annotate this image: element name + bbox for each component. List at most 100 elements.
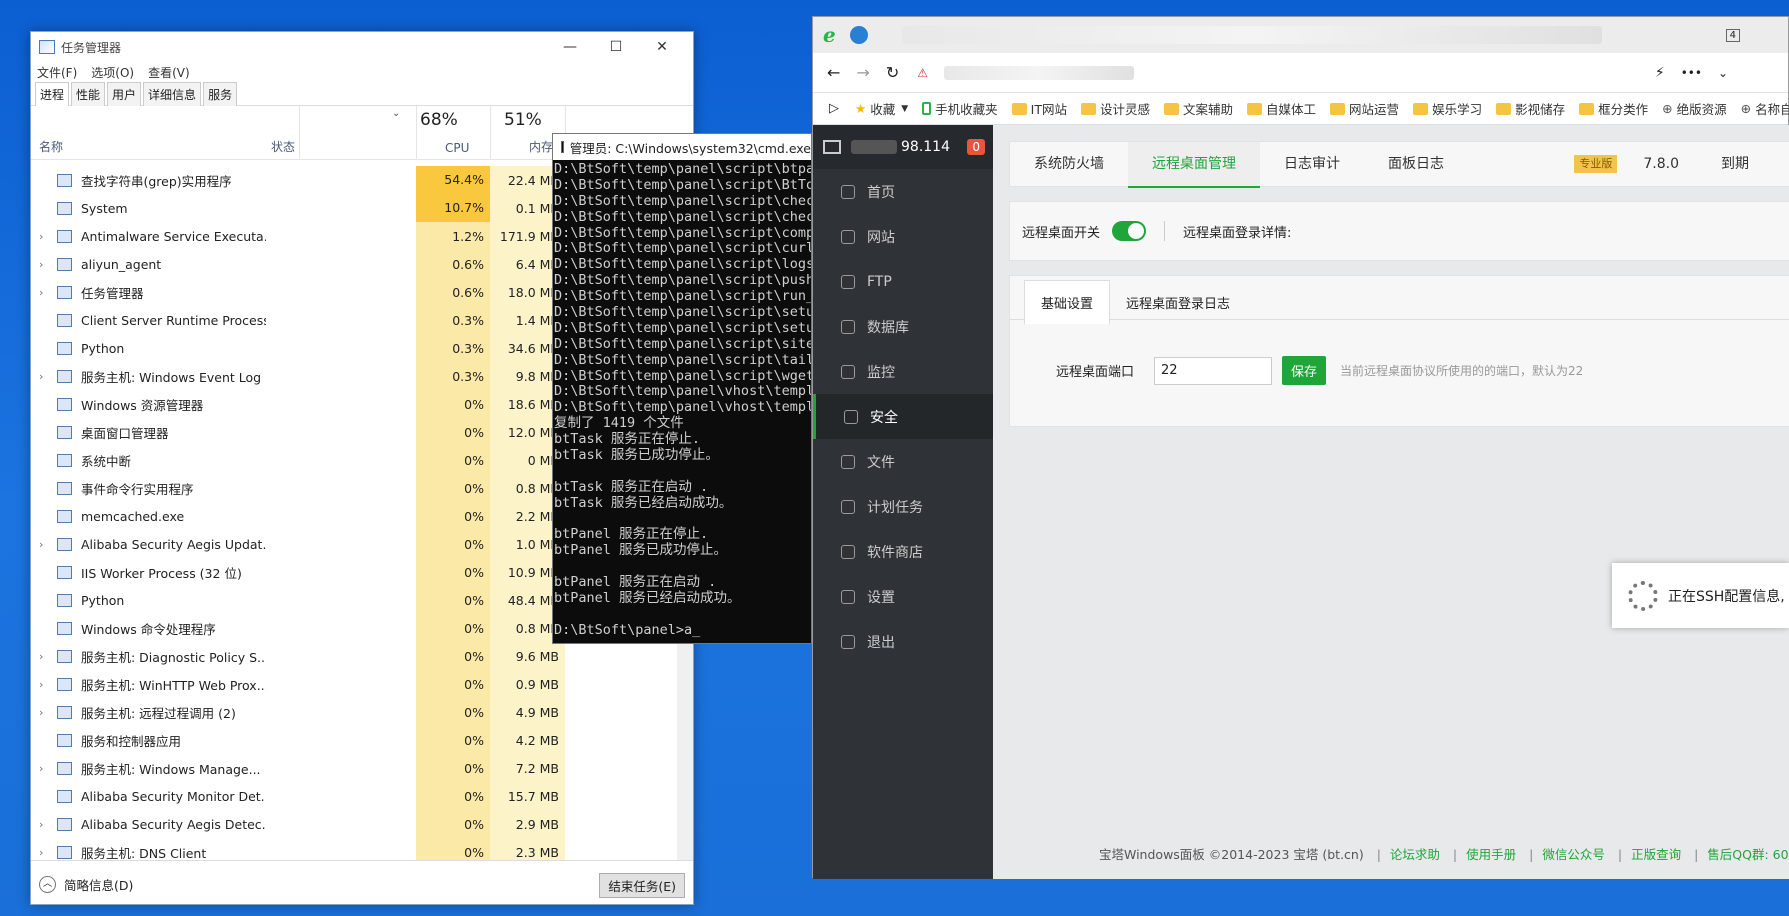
- col-status[interactable]: 状态: [271, 138, 295, 155]
- expiry-label: 到期: [1721, 156, 1749, 172]
- browser-logo-icon[interactable]: ℯ: [823, 23, 836, 47]
- chevron-down-icon[interactable]: ⌄: [1718, 66, 1728, 80]
- bookmark-label: 绝版资源: [1676, 102, 1727, 117]
- bookmark-label: 影视储存: [1515, 102, 1566, 117]
- sidebar-item[interactable]: 首页: [813, 169, 993, 214]
- expand-chevron-icon[interactable]: ›: [39, 846, 43, 859]
- menu-file[interactable]: 文件(F): [37, 64, 77, 81]
- toast-text: 正在SSH配置信息,: [1668, 588, 1785, 605]
- bookmark-item[interactable]: ⊕ 绝版资源: [1662, 99, 1727, 118]
- expand-chevron-icon[interactable]: ›: [39, 538, 43, 551]
- menu-options[interactable]: 选项(O): [91, 64, 134, 81]
- minimize-icon[interactable]: —: [547, 39, 593, 55]
- sidebar-toggle-icon[interactable]: ▷: [829, 101, 839, 116]
- close-icon[interactable]: ✕: [639, 39, 685, 55]
- expand-chevron-icon[interactable]: ›: [39, 258, 43, 271]
- expand-chevron-icon[interactable]: ›: [39, 286, 43, 299]
- fewer-details-button[interactable]: ︿ 简略信息(D): [39, 875, 133, 894]
- bookmark-item[interactable]: ⊕ 名称自: [1741, 99, 1789, 118]
- back-icon[interactable]: ←: [827, 63, 840, 82]
- tab-users[interactable]: 用户: [107, 81, 142, 106]
- expand-chevron-icon[interactable]: ›: [39, 706, 43, 719]
- footer-wechat-link[interactable]: 微信公众号: [1542, 847, 1605, 862]
- port-input[interactable]: 22: [1154, 356, 1273, 385]
- security-tab[interactable]: 面板日志: [1364, 142, 1468, 186]
- bolt-icon[interactable]: ⚡: [1655, 65, 1665, 81]
- col-name[interactable]: 名称: [39, 138, 63, 155]
- sidebar-item[interactable]: 数据库: [813, 304, 993, 349]
- expand-chevron-icon[interactable]: ›: [39, 370, 43, 383]
- pro-badge[interactable]: 专业版: [1574, 155, 1618, 173]
- cmd-output[interactable]: D:\BtSoft\temp\panel\script\btpan D:\BtSo…: [553, 160, 811, 643]
- sidebar-item[interactable]: 安全: [813, 394, 993, 439]
- reload-icon[interactable]: ↻: [886, 63, 899, 82]
- save-button[interactable]: 保存: [1282, 356, 1327, 385]
- rdp-detail-label[interactable]: 远程桌面登录详情:: [1183, 222, 1291, 241]
- bookmark-item[interactable]: 框分类作: [1579, 99, 1648, 118]
- sidebar-item[interactable]: 计划任务: [813, 484, 993, 529]
- security-tab[interactable]: 日志审计: [1260, 142, 1364, 186]
- bookmark-item[interactable]: 文案辅助: [1164, 99, 1233, 118]
- tab-rdp-login-log[interactable]: 远程桌面登录日志: [1110, 281, 1246, 324]
- tab-basic-settings[interactable]: 基础设置: [1024, 280, 1111, 325]
- tab-services[interactable]: 服务: [203, 81, 238, 106]
- security-tab[interactable]: 系统防火墙: [1010, 142, 1128, 186]
- tab-performance[interactable]: 性能: [71, 81, 106, 106]
- security-tab[interactable]: 远程桌面管理: [1128, 142, 1260, 188]
- bookmark-item[interactable]: 设计灵感: [1081, 99, 1150, 118]
- end-task-button[interactable]: 结束任务(E): [599, 873, 685, 898]
- more-icon[interactable]: •••: [1681, 66, 1702, 80]
- sidebar-item[interactable]: 监控: [813, 349, 993, 394]
- expand-chevron-icon[interactable]: ›: [39, 762, 43, 775]
- expand-chevron-icon[interactable]: ›: [39, 818, 43, 831]
- footer-forum-link[interactable]: 论坛求助: [1390, 847, 1440, 862]
- process-row[interactable]: 服务和控制器应用 0% 4.2 MB: [31, 726, 695, 754]
- process-cpu: 0.6%: [452, 284, 484, 300]
- process-row[interactable]: › Alibaba Security Aegis Detec... 0% 2.9 MB: [31, 810, 695, 838]
- col-cpu[interactable]: CPU: [445, 141, 469, 155]
- sidebar-item[interactable]: FTP: [813, 259, 993, 304]
- sidebar-item[interactable]: 设置: [813, 574, 993, 619]
- tab-processes[interactable]: 进程: [35, 81, 70, 106]
- bookmark-item[interactable]: ★ 收藏 ▼: [855, 99, 908, 118]
- blurred-tabs[interactable]: [901, 26, 1602, 44]
- telegram-icon[interactable]: [849, 26, 868, 44]
- bookmark-item[interactable]: 自媒体工: [1247, 99, 1316, 118]
- port-label: 远程桌面端口: [1056, 365, 1135, 380]
- bookmark-item[interactable]: 影视储存: [1496, 99, 1565, 118]
- footer-manual-link[interactable]: 使用手册: [1466, 847, 1516, 862]
- expand-chevron-icon[interactable]: ›: [39, 230, 43, 243]
- sidebar-item[interactable]: 网站: [813, 214, 993, 259]
- tab-count-badge[interactable]: 4: [1725, 28, 1740, 42]
- sidebar-item[interactable]: 文件: [813, 439, 993, 484]
- footer-verify-link[interactable]: 正版查询: [1631, 847, 1681, 862]
- process-row[interactable]: › 服务主机: Windows Manage... 0% 7.2 MB: [31, 754, 695, 782]
- col-memory[interactable]: 内存: [529, 138, 553, 155]
- expand-chevron-icon[interactable]: ›: [39, 678, 43, 691]
- maximize-icon[interactable]: ☐: [593, 39, 639, 55]
- sidebar-item[interactable]: 退出: [813, 619, 993, 664]
- rdp-toggle[interactable]: [1112, 221, 1147, 241]
- alert-badge[interactable]: 0: [967, 139, 985, 155]
- nav-icon: [844, 409, 858, 424]
- tab-details[interactable]: 详细信息: [143, 81, 202, 106]
- forward-icon[interactable]: →: [856, 63, 869, 82]
- process-row[interactable]: › 服务主机: 远程过程调用 (2) 0% 4.9 MB: [31, 698, 695, 726]
- bookmark-item[interactable]: IT网站: [1011, 99, 1067, 118]
- process-row[interactable]: › 服务主机: WinHTTP Web Prox... 0% 0.9 MB: [31, 670, 695, 698]
- cmd-titlebar[interactable]: 管理员: C:\Windows\system32\cmd.exe: [553, 134, 811, 160]
- process-row[interactable]: › 服务主机: DNS Client 0% 2.3 MB: [31, 838, 695, 861]
- bookmark-item[interactable]: 娱乐学习: [1413, 99, 1482, 118]
- cmd-line: [554, 559, 810, 575]
- process-row[interactable]: Alibaba Security Monitor Det... 0% 15.7 MB: [31, 782, 695, 810]
- bookmark-item[interactable]: 网站运营: [1330, 99, 1399, 118]
- bookmark-item[interactable]: 手机收藏夹: [922, 99, 998, 118]
- url-field[interactable]: [943, 65, 1134, 80]
- process-row[interactable]: › 服务主机: Diagnostic Policy S... 0% 9.6 MB: [31, 642, 695, 670]
- expand-chevron-icon[interactable]: ›: [39, 650, 43, 663]
- task-manager-titlebar[interactable]: 任务管理器 — ☐ ✕: [31, 32, 693, 62]
- bookmark-label: 名称自: [1755, 102, 1789, 117]
- process-cpu: 0%: [464, 452, 484, 468]
- menu-view[interactable]: 查看(V): [148, 64, 190, 81]
- sidebar-item[interactable]: 软件商店: [813, 529, 993, 574]
